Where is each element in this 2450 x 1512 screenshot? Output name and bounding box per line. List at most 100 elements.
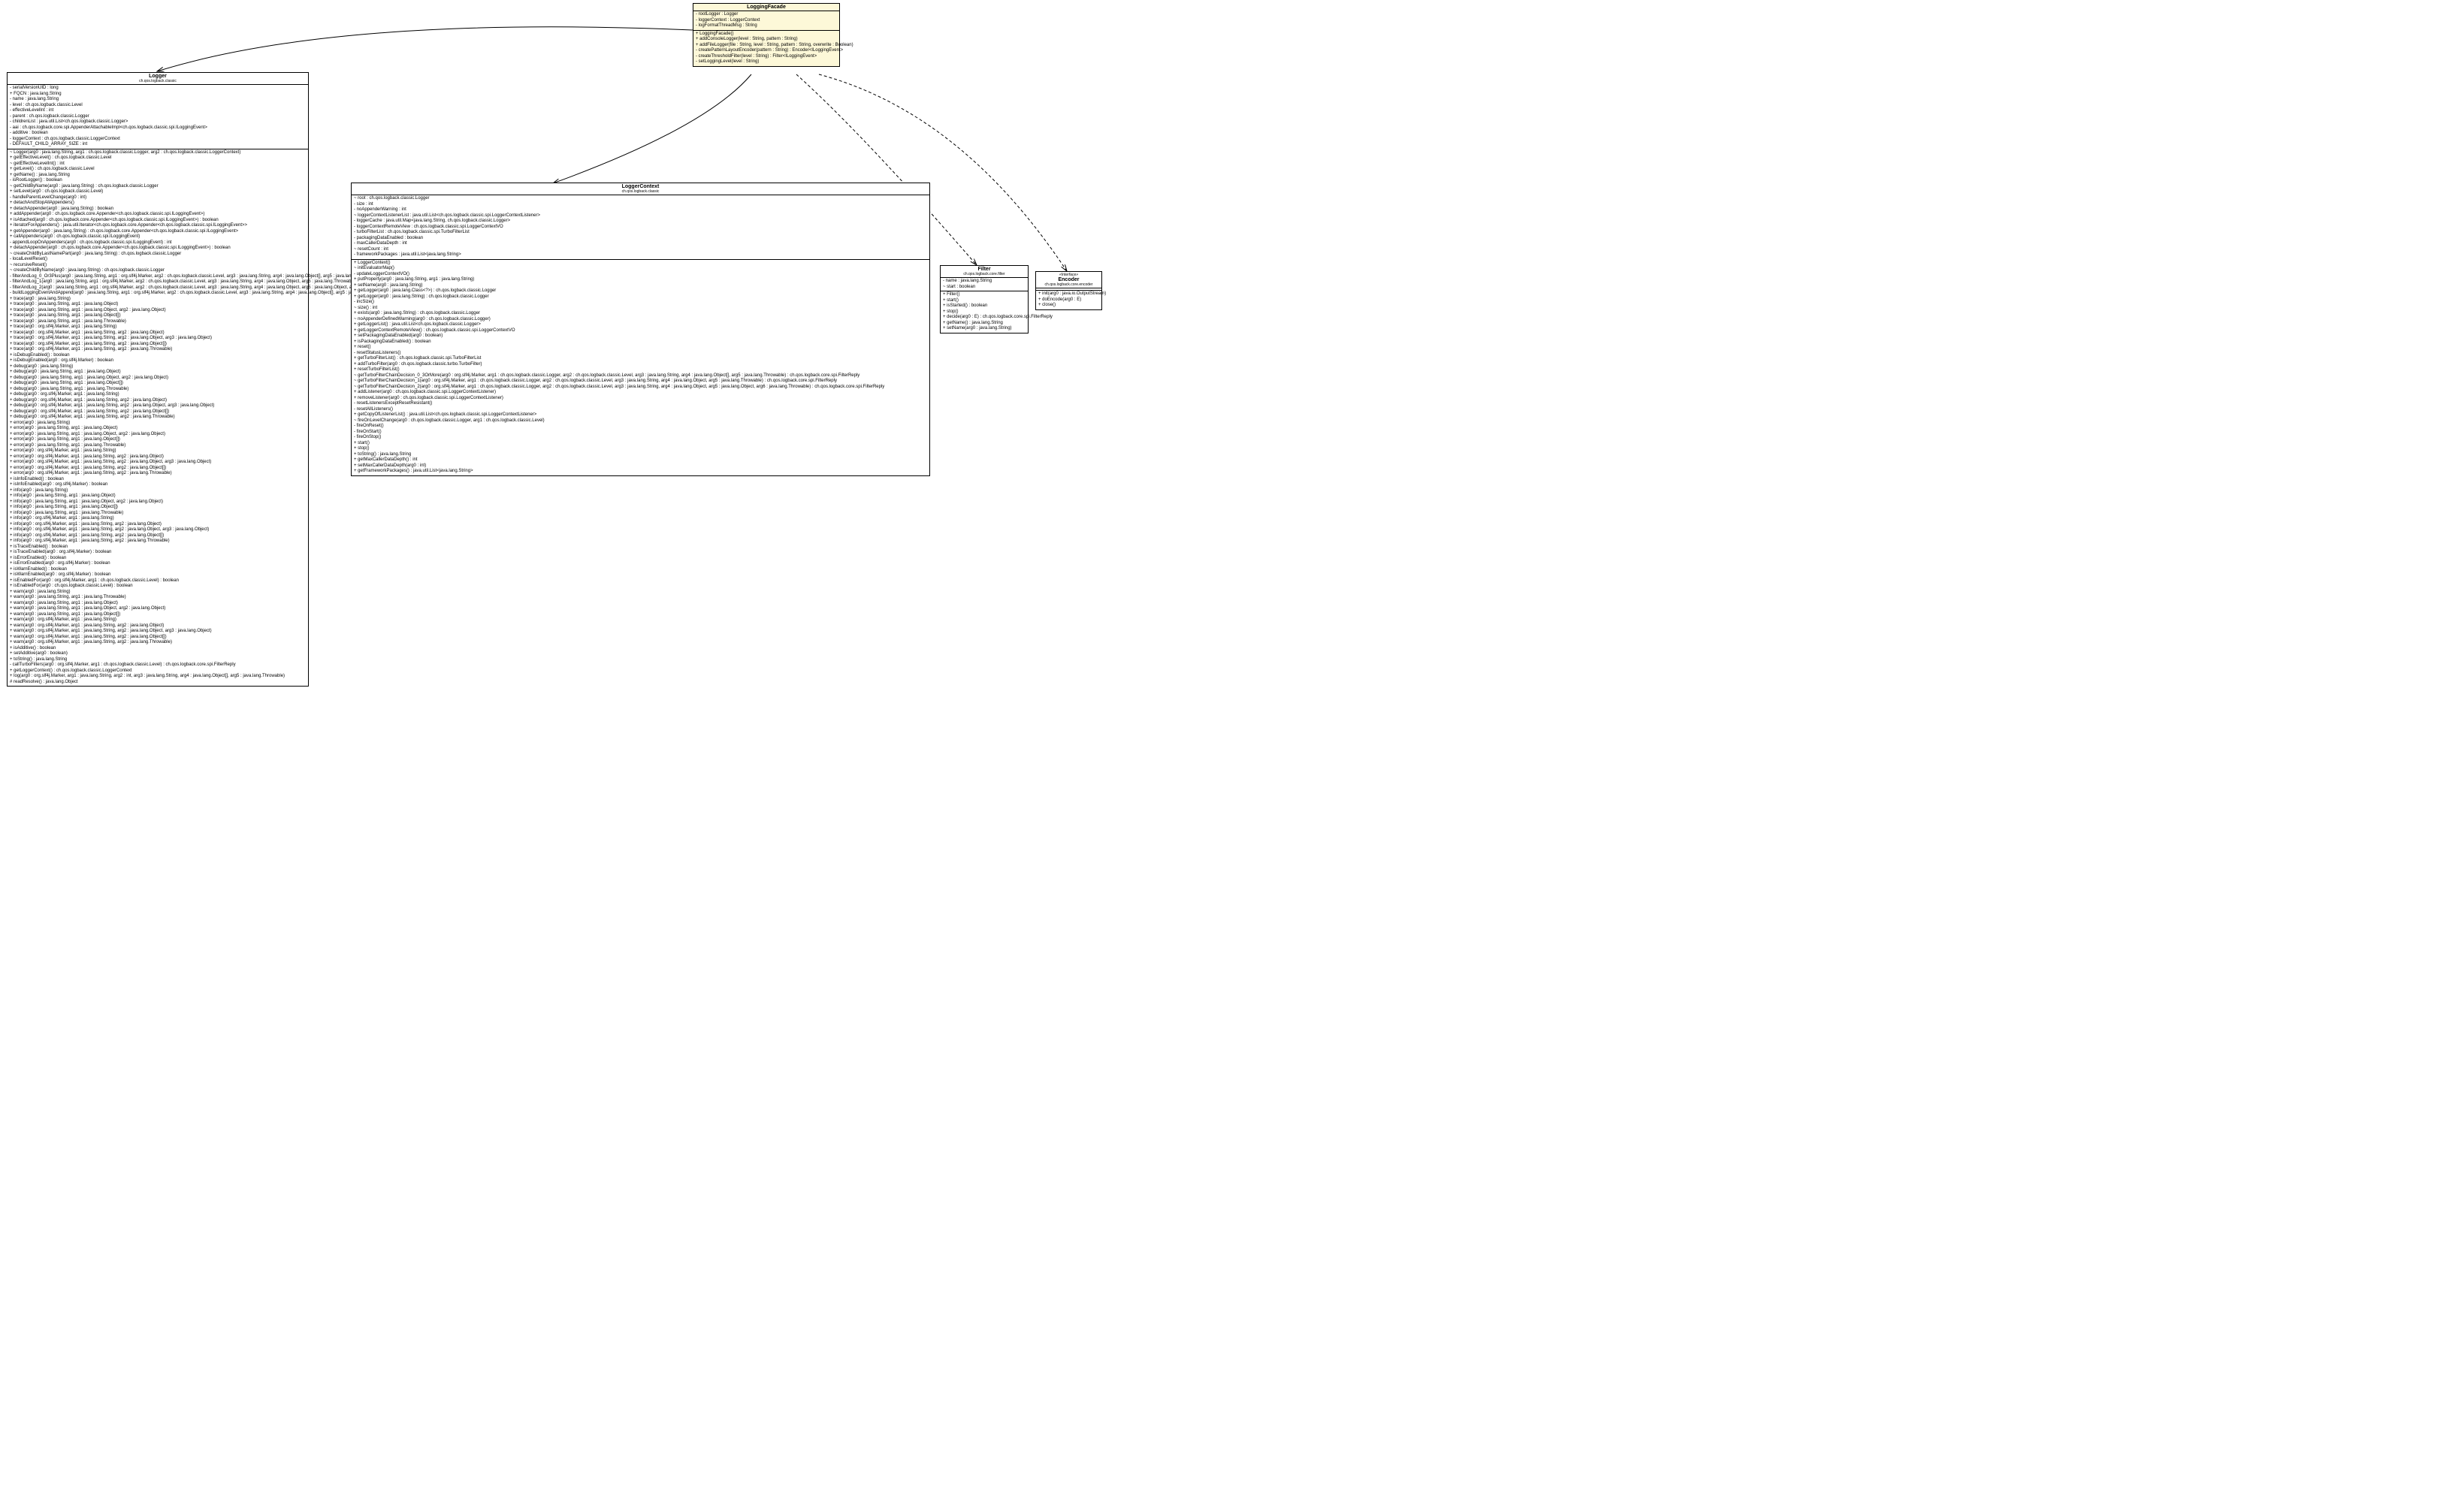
operation: + warn(arg0 : java.lang.String, arg1 : j… [10,612,306,618]
operation: + getLoggerList() : java.util.List<ch.qo… [354,322,927,328]
operation: + trace(arg0 : java.lang.String, arg1 : … [10,308,306,314]
attribute: - packagingDataEnabled : boolean [354,236,927,242]
attribute: - rootLogger : Logger [696,12,837,18]
operation: + start() [354,441,927,447]
operation: + debug(arg0 : java.lang.String, arg1 : … [10,387,306,393]
operation: + getLogger(arg0 : java.lang.String) : c… [354,294,927,300]
class-header: Filterch.qos.logback.core.filter [941,266,1028,278]
class-header: «Interface»Encoderch.qos.logback.core.en… [1036,272,1101,288]
class-package: ch.qos.logback.core.filter [943,272,1026,276]
operation: ~ size() : int [354,306,927,312]
operation: # readResolve() : java.lang.Object [10,680,306,686]
operation: + warn(arg0 : org.slf4j.Marker, arg1 : j… [10,629,306,635]
operation: - filterAndLog_0_Or3Plus(arg0 : java.lan… [10,274,306,280]
operation: - setLoggingLevel(level : String) [696,59,837,65]
operation: + isErrorEnabled() : boolean [10,556,306,562]
operation: + setPackagingDataEnabled(arg0 : boolean… [354,333,927,340]
operation: + getAppender(arg0 : java.lang.String) :… [10,229,306,235]
operation: + getFrameworkPackages() : java.util.Lis… [354,469,927,475]
operation: + toString() : java.lang.String [354,452,927,458]
operation: ~ recursiveReset() [10,263,306,269]
class-name: Filter [943,267,1026,272]
operation: + getMaxCallerDataDepth() : int [354,457,927,463]
attribute: - childrenList : java.util.List<ch.qos.l… [10,119,306,125]
operation: + LoggingFacade() [696,32,837,38]
operation: + addListener(arg0 : ch.qos.logback.clas… [354,390,927,396]
attribute: ~ start : boolean [943,285,1026,291]
class-loggingfacade[interactable]: LoggingFacade- rootLogger : Logger- logg… [693,3,840,67]
operation: + isWarnEnabled() : boolean [10,567,306,573]
attribute: - additive : boolean [10,131,306,137]
class-name: LoggerContext [354,184,927,189]
operation: + warn(arg0 : org.slf4j.Marker, arg1 : j… [10,617,306,623]
class-logger[interactable]: Loggerch.qos.logback.classic- serialVers… [7,72,309,687]
operation: + getCopyOfListenerList() : java.util.Li… [354,412,927,418]
attribute: - DEFAULT_CHILD_ARRAY_SIZE : int [10,142,306,148]
operation: + toString() : java.lang.String [10,657,306,663]
operation: + setLevel(arg0 : ch.qos.logback.classic… [10,189,306,195]
attribute: - loggerContext : ch.qos.logback.classic… [10,137,306,143]
operation: + resetTurboFilterList() [354,367,927,373]
operation: + debug(arg0 : org.slf4j.Marker, arg1 : … [10,392,306,398]
class-encoder[interactable]: «Interface»Encoderch.qos.logback.core.en… [1035,271,1102,310]
operation: - resetAllListeners() [354,407,927,413]
operation: + isPackagingDataEnabled() : boolean [354,340,927,346]
operation: + isStarted() : boolean [943,303,1026,309]
operation: + addTurboFilter(arg0 : ch.qos.logback.c… [354,362,927,368]
operation: + isEnabledFor(arg0 : org.slf4j.Marker, … [10,578,306,584]
operation: + error(arg0 : org.slf4j.Marker, arg1 : … [10,466,306,472]
operation: + isTraceEnabled() : boolean [10,545,306,551]
operation: + stop() [943,309,1026,315]
operation: + warn(arg0 : org.slf4j.Marker, arg1 : j… [10,635,306,641]
operation: + getTurboFilterList() : ch.qos.logback.… [354,356,927,362]
operation: + isWarnEnabled(arg0 : org.slf4j.Marker)… [10,572,306,578]
operation: + info(arg0 : org.slf4j.Marker, arg1 : j… [10,533,306,539]
operation: + isAdditive() : boolean [10,646,306,652]
class-package: ch.qos.logback.classic [10,79,306,83]
operation: + setName(arg0 : java.lang.String) [354,283,927,289]
operation: + warn(arg0 : java.lang.String, arg1 : j… [10,601,306,607]
operation: + getName() : java.lang.String [10,173,306,179]
class-loggercontext[interactable]: LoggerContextch.qos.logback.classic ~ roo… [351,183,930,476]
attribute: - name : java.lang.String [10,97,306,103]
operation: + getName() : java.lang.String [943,321,1026,327]
operation: + isEnabledFor(arg0 : ch.qos.logback.cla… [10,584,306,590]
operation: - updateLoggerContextVO() [354,272,927,278]
attribute: - turboFilterList : ch.qos.logback.class… [354,230,927,236]
operation: + init(arg0 : java.io.OutputStream) [1038,291,1099,297]
operation: + info(arg0 : org.slf4j.Marker, arg1 : j… [10,516,306,522]
operation: + start() [943,298,1026,304]
operation: - resetListenersExceptResetResistant() [354,401,927,407]
attribute: - loggerContextRemoteView : ch.qos.logba… [354,225,927,231]
operation: + getEffectiveLevel() : ch.qos.logback.c… [10,155,306,161]
operation: + trace(arg0 : java.lang.String, arg1 : … [10,313,306,319]
operation: + trace(arg0 : org.slf4j.Marker, arg1 : … [10,330,306,337]
operation: + debug(arg0 : java.lang.String, arg1 : … [10,376,306,382]
operation: - fireOnStart() [354,430,927,436]
operation: ~ getEffectiveLevelInt() : int [10,161,306,167]
operation: - incSize() [354,300,927,306]
attribute: - effectiveLevelInt : int [10,108,306,114]
operation: ~ createChildByName(arg0 : java.lang.Str… [10,268,306,274]
operation: + info(arg0 : java.lang.String, arg1 : j… [10,505,306,511]
operation: + trace(arg0 : java.lang.String, arg1 : … [10,319,306,325]
operation: + trace(arg0 : org.slf4j.Marker, arg1 : … [10,347,306,353]
operation: + log(arg0 : org.slf4j.Marker, arg1 : ja… [10,674,306,680]
attribute: - loggerContext : LoggerContext [696,18,837,24]
operation: + getLogger(arg0 : java.lang.Class<?>) :… [354,288,927,294]
attribute: ~ root : ch.qos.logback.classic.Logger [354,196,927,202]
class-package: ch.qos.logback.classic [354,189,927,194]
operation: + isInfoEnabled() : boolean [10,477,306,483]
operation: ~ initEvaluatorMap() [354,266,927,272]
operation: + error(arg0 : java.lang.String, arg1 : … [10,426,306,432]
class-filter[interactable]: Filterch.qos.logback.core.filter- name :… [940,265,1029,333]
operation: + error(arg0 : java.lang.String, arg1 : … [10,443,306,449]
operation: + error(arg0 : org.slf4j.Marker, arg1 : … [10,448,306,454]
operations-section: ~ Logger(arg0 : java.lang.String, arg1 :… [8,149,308,687]
operation: + warn(arg0 : org.slf4j.Marker, arg1 : j… [10,640,306,646]
operation: + setMaxCallerDataDepth(arg0 : int) [354,463,927,469]
operation: + getLoggerContextRemoteView() : ch.qos.… [354,328,927,334]
operation: + reset() [354,345,927,351]
class-package: ch.qos.logback.core.encoder [1038,282,1099,287]
operation: ~ noAppenderDefinedWarning(arg0 : ch.qos… [354,317,927,323]
